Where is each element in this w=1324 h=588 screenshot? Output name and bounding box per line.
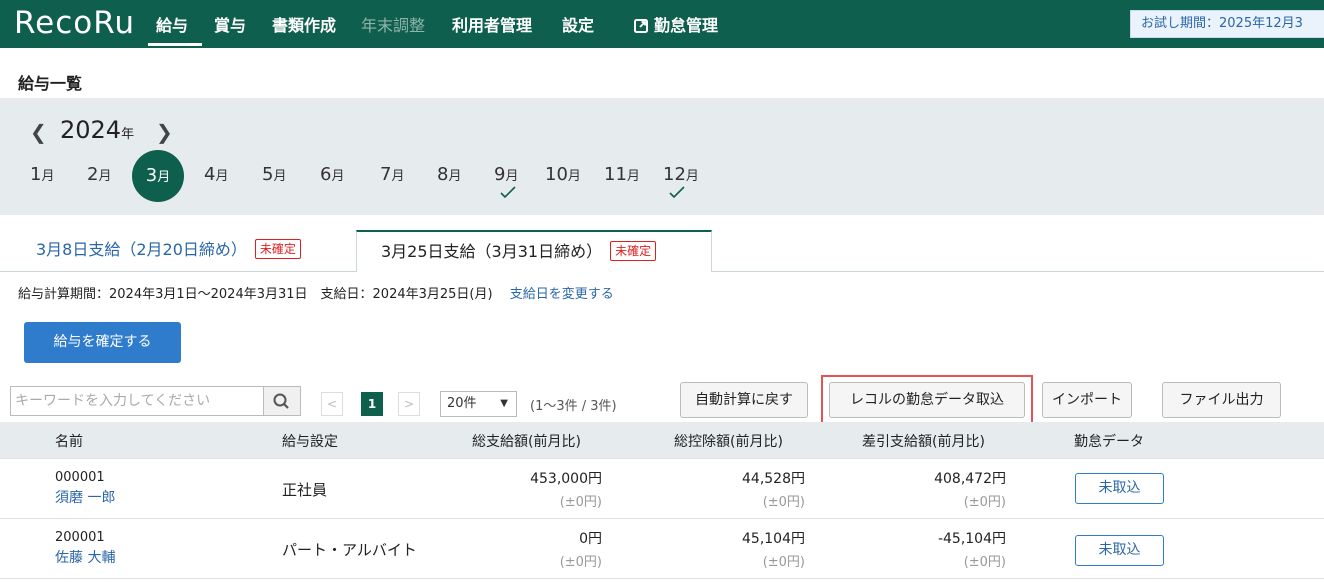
unconfirmed-badge: 未確定 [610, 241, 657, 261]
month-10[interactable]: 10月 [545, 163, 581, 189]
net-amount: -45,104円 [937, 531, 1006, 547]
pay-period-info: 給与計算期間：2024年3月1日〜2024年3月31日 支給日：2024年3月2… [18, 283, 614, 302]
attendance-not-imported-button[interactable]: 未取込 [1075, 473, 1164, 504]
tab-label: 3月25日支給（3月31日締め） [381, 242, 603, 261]
nav-documents[interactable]: 書類作成 [272, 16, 336, 36]
per-page-value: 20件 [447, 396, 477, 411]
col-header-name: 名前 [55, 434, 83, 450]
active-nav-indicator [148, 43, 202, 46]
pay-setting: 正社員 [282, 481, 328, 499]
tab-payday-mar8[interactable]: 3月8日支給（2月20日締め） 未確定 [18, 230, 336, 272]
pager-prev-button[interactable]: < [321, 392, 343, 416]
search-button[interactable] [263, 386, 301, 416]
month-4[interactable]: 4月 [204, 163, 228, 189]
search-icon [273, 393, 289, 409]
month-2[interactable]: 2月 [87, 163, 111, 189]
net-amount: 408,472円 [934, 471, 1006, 487]
month-6[interactable]: 6月 [320, 163, 344, 189]
gross-diff: (±0円) [559, 555, 602, 570]
net-diff: (±0円) [963, 555, 1006, 570]
row-divider [0, 518, 1324, 519]
employee-name-link[interactable]: 佐藤 大輔 [55, 547, 115, 567]
tab-label: 3月8日支給（2月20日締め） [36, 240, 247, 259]
pager-next-button[interactable]: > [398, 392, 420, 416]
checkmark-icon [669, 186, 685, 202]
app-logo[interactable]: RecoRu [14, 5, 135, 41]
gross-amount: 0円 [579, 531, 602, 547]
prev-year-chevron-icon[interactable]: ❮ [30, 120, 47, 144]
nav-user-management[interactable]: 利用者管理 [452, 16, 532, 36]
revert-auto-calc-button[interactable]: 自動計算に戻す [680, 382, 808, 418]
employee-code: 000001 [55, 470, 105, 485]
month-selector-panel [0, 98, 1324, 215]
deduction-amount: 44,528円 [742, 471, 805, 487]
month-1[interactable]: 1月 [30, 163, 54, 189]
employee-name-link[interactable]: 須磨 一郎 [55, 487, 115, 507]
confirm-payroll-button[interactable]: 給与を確定する [24, 322, 181, 363]
col-header-net: 差引支給額(前月比) [862, 434, 985, 450]
nav-year-end[interactable]: 年末調整 [361, 16, 425, 36]
deduction-diff: (±0円) [762, 495, 805, 510]
row-divider [0, 578, 1324, 579]
active-tab-gap [357, 271, 711, 272]
col-header-attendance: 勤怠データ [1074, 434, 1144, 450]
pager-current-page[interactable]: 1 [361, 392, 383, 416]
result-range: (1〜3件 / 3件) [530, 399, 617, 414]
deduction-amount: 45,104円 [742, 531, 805, 547]
pay-setting: パート・アルバイト [282, 541, 417, 559]
col-header-deduction: 総控除額(前月比) [674, 434, 783, 450]
month-5[interactable]: 5月 [262, 163, 286, 189]
month-11[interactable]: 11月 [604, 163, 640, 189]
nav-attendance-link[interactable]: 勤怠管理 [634, 16, 718, 36]
gross-amount: 453,000円 [530, 471, 602, 487]
page-title: 給与一覧 [18, 74, 83, 93]
month-8[interactable]: 8月 [437, 163, 461, 189]
checkmark-icon [500, 186, 516, 202]
net-diff: (±0円) [963, 495, 1006, 510]
nav-bonus[interactable]: 賞与 [214, 16, 246, 36]
month-3[interactable]: 3月 [132, 150, 184, 202]
top-header: RecoRu 給与 賞与 書類作成 年末調整 利用者管理 設定 勤怠管理 お試し… [0, 0, 1324, 48]
import-button[interactable]: インポート [1042, 382, 1132, 418]
pay-period-text: 給与計算期間：2024年3月1日〜2024年3月31日 支給日：2024年3月2… [18, 287, 493, 302]
next-year-chevron-icon[interactable]: ❯ [156, 120, 173, 144]
chevron-down-icon: ▼ [500, 398, 508, 409]
col-header-setting: 給与設定 [282, 434, 338, 450]
per-page-select[interactable]: 20件 ▼ [440, 391, 517, 417]
keyword-search-input[interactable] [10, 386, 264, 416]
gross-diff: (±0円) [559, 495, 602, 510]
col-header-gross: 総支給額(前月比) [472, 434, 581, 450]
nav-attendance-label: 勤怠管理 [654, 16, 719, 35]
nav-settings[interactable]: 設定 [562, 16, 594, 36]
row-divider [0, 458, 1324, 459]
month-7[interactable]: 7月 [380, 163, 404, 189]
nav-payroll[interactable]: 給与 [156, 16, 188, 36]
file-export-button[interactable]: ファイル出力 [1162, 382, 1281, 418]
tab-payday-mar25[interactable]: 3月25日支給（3月31日締め） 未確定 [356, 230, 712, 272]
change-payday-link[interactable]: 支給日を変更する [510, 287, 614, 302]
year-label: 2024年 [60, 116, 135, 144]
deduction-diff: (±0円) [762, 555, 805, 570]
attendance-not-imported-button[interactable]: 未取込 [1075, 535, 1164, 566]
unconfirmed-badge: 未確定 [254, 239, 301, 259]
employee-code: 200001 [55, 530, 105, 545]
external-link-icon [634, 19, 648, 33]
highlight-box [821, 375, 1033, 426]
trial-period-badge: お試し期間：2025年12月3 [1130, 10, 1324, 38]
